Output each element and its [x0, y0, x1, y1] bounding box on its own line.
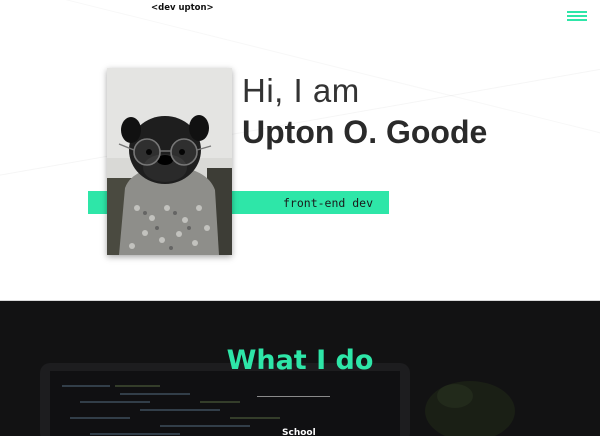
title-divider — [257, 396, 330, 397]
hero-tagline: front-end dev — [283, 196, 374, 210]
hamburger-menu-icon[interactable] — [566, 10, 588, 22]
profile-photo — [107, 68, 232, 255]
services-title: What I do — [226, 345, 374, 376]
hero-section: <dev upton> Hi, I am Upton O. Goode fron… — [0, 0, 600, 301]
service-item-school: School — [282, 428, 316, 438]
hero-greeting: Hi, I am — [242, 72, 360, 109]
site-logo[interactable]: <dev upton> — [151, 3, 214, 13]
hero-name: Upton O. Goode — [242, 114, 488, 150]
